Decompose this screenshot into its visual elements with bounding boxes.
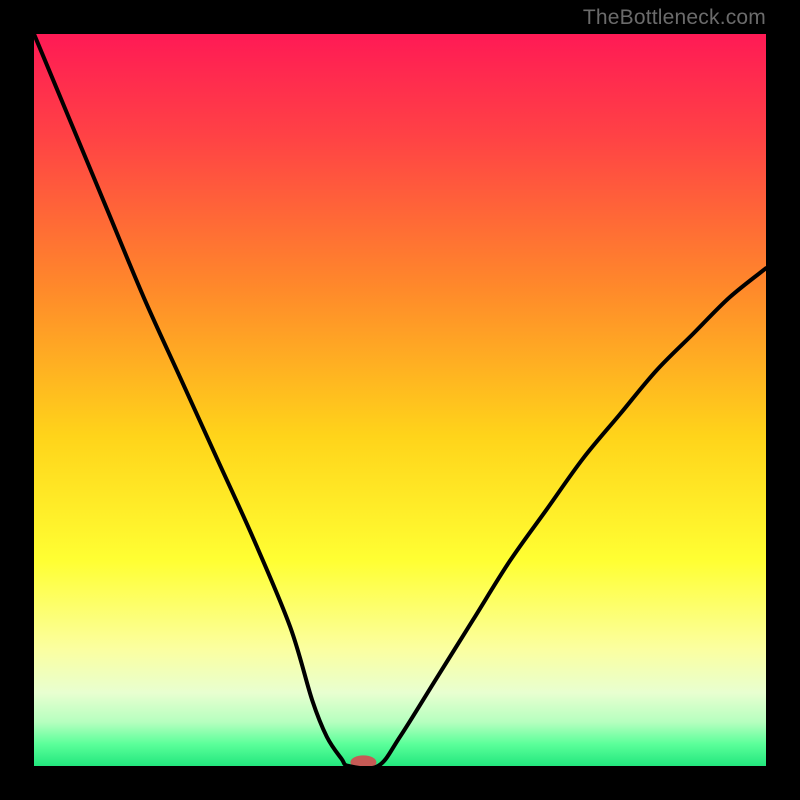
- bottleneck-curve: [34, 34, 766, 766]
- chart-frame: TheBottleneck.com: [0, 0, 800, 800]
- plot-area: [34, 34, 766, 766]
- curve-layer: [34, 34, 766, 766]
- bottleneck-marker: [350, 755, 376, 766]
- watermark-text: TheBottleneck.com: [583, 6, 766, 30]
